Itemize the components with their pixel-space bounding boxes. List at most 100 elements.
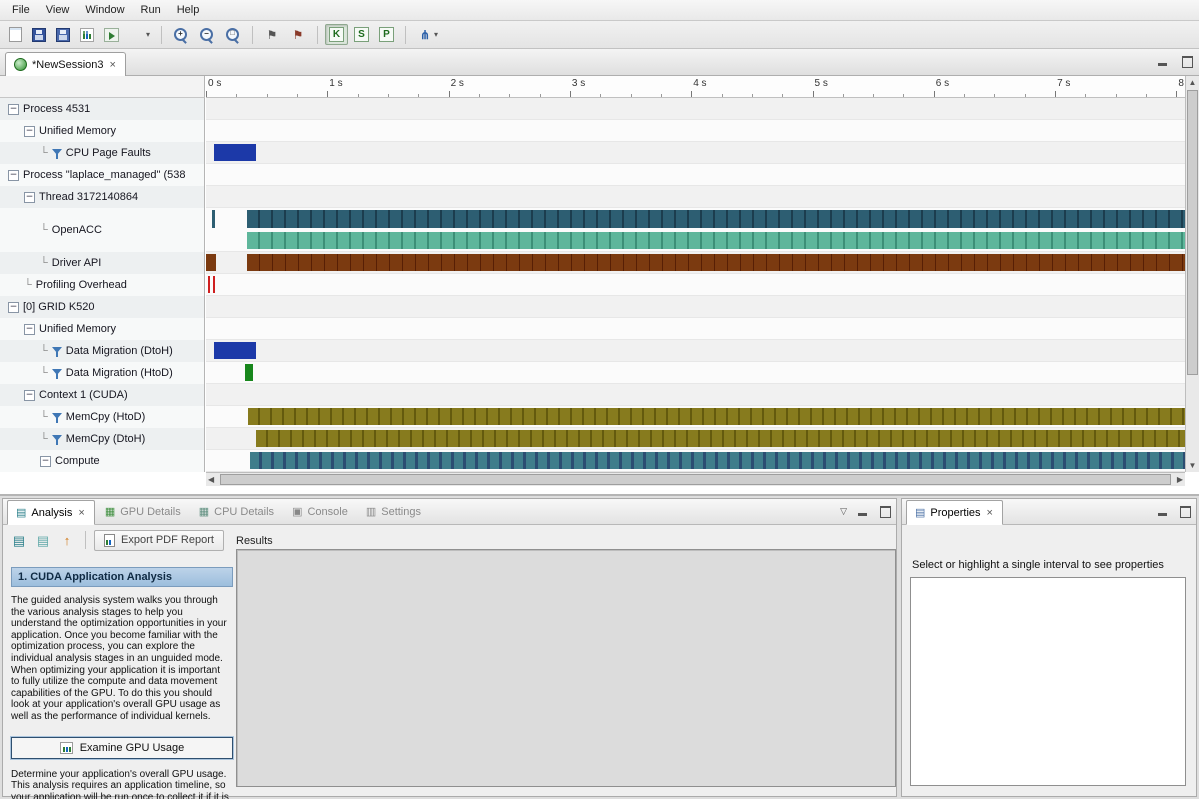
- timeline-row[interactable]: [206, 252, 1185, 274]
- timeline-row[interactable]: [206, 186, 1185, 208]
- zoom-out-button[interactable]: [195, 24, 219, 46]
- collapse-toggle-icon[interactable]: −: [24, 324, 35, 335]
- unguided-analysis-icon[interactable]: ▤: [33, 530, 53, 550]
- horizontal-scrollbar[interactable]: ◀ ▶: [206, 472, 1185, 486]
- filter-icon[interactable]: [52, 434, 62, 445]
- interval-bar[interactable]: [213, 276, 215, 293]
- tab-analysis[interactable]: ▤Analysis×: [7, 500, 95, 525]
- stream-timeline-toggle[interactable]: S: [350, 24, 373, 45]
- examine-gpu-usage-button[interactable]: Examine GPU Usage: [11, 737, 233, 759]
- guided-analysis-icon[interactable]: ▤: [9, 530, 29, 550]
- timeline-row[interactable]: [206, 208, 1185, 252]
- marker-forward-button[interactable]: ⚑: [260, 24, 284, 46]
- horizontal-scroll-thumb[interactable]: [220, 474, 1171, 485]
- timeline-row[interactable]: [206, 384, 1185, 406]
- close-icon[interactable]: ×: [109, 59, 117, 71]
- collapse-toggle-icon[interactable]: −: [8, 170, 19, 181]
- tree-row[interactable]: −Compute: [0, 450, 204, 472]
- maximize-icon[interactable]: [1179, 505, 1191, 517]
- timeline-row[interactable]: [206, 362, 1185, 384]
- vertical-scrollbar[interactable]: ▲ ▼: [1185, 76, 1199, 472]
- interval-bar[interactable]: [250, 452, 1185, 469]
- minimize-icon[interactable]: [1157, 505, 1169, 517]
- close-icon[interactable]: ×: [986, 507, 994, 519]
- tree-row[interactable]: └Data Migration (HtoD): [0, 362, 204, 384]
- interval-bar[interactable]: [214, 144, 255, 161]
- menu-file[interactable]: File: [4, 2, 38, 18]
- tree-row[interactable]: └MemCpy (HtoD): [0, 406, 204, 428]
- tree-row[interactable]: └CPU Page Faults: [0, 142, 204, 164]
- show-chart-button[interactable]: [76, 25, 98, 45]
- session-tab[interactable]: *NewSession3 ×: [5, 52, 126, 76]
- menu-help[interactable]: Help: [169, 2, 208, 18]
- timeline-row[interactable]: [206, 296, 1185, 318]
- process-timeline-toggle[interactable]: P: [375, 24, 398, 45]
- timeline-row[interactable]: [206, 428, 1185, 450]
- interval-bar[interactable]: [212, 210, 215, 228]
- interval-bar[interactable]: [206, 254, 216, 271]
- up-level-icon[interactable]: ↑: [57, 530, 77, 550]
- export-pdf-button[interactable]: Export PDF Report: [94, 530, 224, 551]
- tree-row[interactable]: └MemCpy (DtoH): [0, 428, 204, 450]
- export-button[interactable]: [100, 25, 123, 45]
- timeline-row[interactable]: [206, 98, 1185, 120]
- tree-row[interactable]: −Context 1 (CUDA): [0, 384, 204, 406]
- run-analysis-button[interactable]: ⋔▾: [413, 24, 442, 46]
- filter-icon[interactable]: [52, 148, 62, 159]
- timeline-row[interactable]: [206, 164, 1185, 186]
- save-all-button[interactable]: [52, 25, 74, 45]
- tab-settings[interactable]: ▥Settings: [358, 499, 429, 524]
- filter-icon[interactable]: [52, 412, 62, 423]
- timeline-row[interactable]: [206, 120, 1185, 142]
- menu-window[interactable]: Window: [77, 2, 132, 18]
- timeline-row[interactable]: [206, 450, 1185, 472]
- analysis-stage-header[interactable]: 1. CUDA Application Analysis: [11, 567, 233, 587]
- collapse-toggle-icon[interactable]: −: [8, 104, 19, 115]
- tree-row[interactable]: −Unified Memory: [0, 120, 204, 142]
- tree-row[interactable]: −Unified Memory: [0, 318, 204, 340]
- tab-properties[interactable]: ▤ Properties ×: [906, 500, 1003, 525]
- interval-bar[interactable]: [247, 232, 1185, 250]
- minimize-icon[interactable]: [1157, 55, 1169, 67]
- tree-row[interactable]: −Thread 3172140864: [0, 186, 204, 208]
- tab-console[interactable]: ▣Console: [284, 499, 356, 524]
- timeline-row[interactable]: [206, 340, 1185, 362]
- tree-row[interactable]: └Data Migration (DtoH): [0, 340, 204, 362]
- tree-row[interactable]: └Driver API: [0, 252, 204, 274]
- tree-row[interactable]: └Profiling Overhead: [0, 274, 204, 296]
- run-settings-button[interactable]: ▾: [125, 24, 154, 46]
- marker-back-button[interactable]: ⚑: [286, 24, 310, 46]
- filter-icon[interactable]: [52, 346, 62, 357]
- interval-bar[interactable]: [247, 254, 1185, 271]
- interval-bar[interactable]: [208, 276, 210, 293]
- timeline-row[interactable]: [206, 318, 1185, 340]
- timeline-ruler[interactable]: 0 s1 s2 s3 s4 s5 s6 s7 s8: [206, 76, 1185, 98]
- collapse-toggle-icon[interactable]: −: [8, 302, 19, 313]
- filter-icon[interactable]: [52, 368, 62, 379]
- close-icon[interactable]: ×: [77, 507, 85, 519]
- collapse-toggle-icon[interactable]: −: [24, 126, 35, 137]
- interval-bar[interactable]: [245, 364, 253, 381]
- save-button[interactable]: [28, 25, 50, 45]
- scroll-right-icon[interactable]: ▶: [1177, 475, 1183, 484]
- collapse-toggle-icon[interactable]: −: [40, 456, 51, 467]
- kernel-timeline-toggle[interactable]: K: [325, 24, 348, 45]
- view-menu-icon[interactable]: ▽: [840, 506, 847, 517]
- menu-view[interactable]: View: [38, 2, 78, 18]
- collapse-toggle-icon[interactable]: −: [24, 390, 35, 401]
- vertical-scroll-thumb[interactable]: [1187, 90, 1198, 375]
- tab-cpu-details[interactable]: ▦CPU Details: [191, 499, 282, 524]
- new-session-button[interactable]: [5, 24, 26, 45]
- zoom-fit-button[interactable]: [221, 24, 245, 46]
- interval-bar[interactable]: [256, 430, 1185, 447]
- scroll-left-icon[interactable]: ◀: [208, 475, 214, 484]
- tab-gpu-details[interactable]: ▦GPU Details: [97, 499, 189, 524]
- timeline-row[interactable]: [206, 142, 1185, 164]
- scroll-up-icon[interactable]: ▲: [1186, 78, 1199, 87]
- minimize-icon[interactable]: [857, 505, 869, 517]
- tree-row[interactable]: −Process 4531: [0, 98, 204, 120]
- tree-row[interactable]: └OpenACC: [0, 208, 204, 252]
- timeline-row[interactable]: [206, 274, 1185, 296]
- interval-bar[interactable]: [247, 210, 1185, 228]
- tree-row[interactable]: −Process "laplace_managed" (538: [0, 164, 204, 186]
